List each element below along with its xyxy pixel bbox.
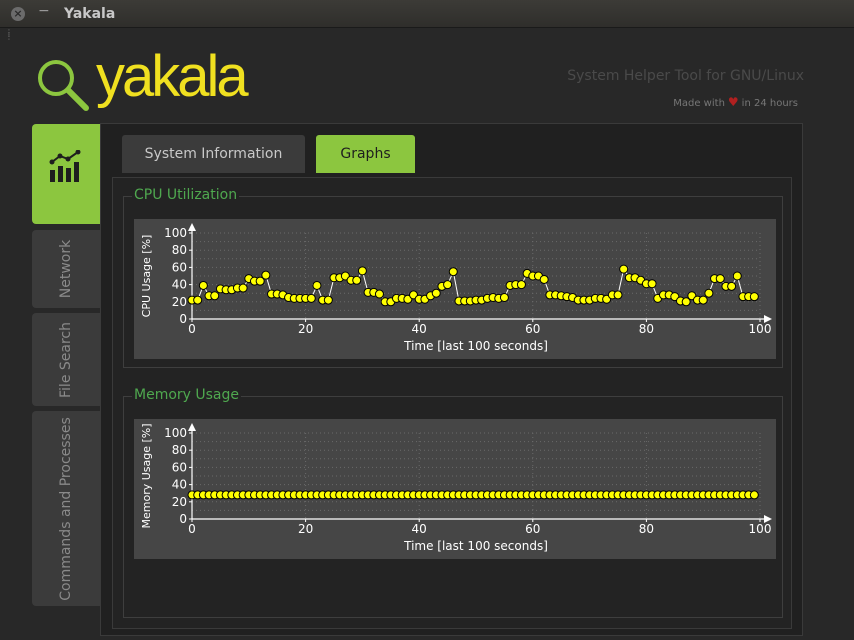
- data-point: [323, 295, 333, 305]
- title-bar: × − Yakala: [0, 0, 854, 28]
- data-point: [613, 290, 623, 300]
- sidebar-item-label: Commands and Processes: [58, 416, 74, 601]
- y-tick-label: 100: [164, 426, 187, 440]
- tab-graphs[interactable]: Graphs: [316, 135, 415, 173]
- data-point: [210, 291, 220, 301]
- x-tick-label: 80: [639, 522, 654, 536]
- y-tick-label: 60: [172, 260, 187, 274]
- graphs-tab-content: CPU Utilization 0 20 40 60 80 100 0 20 40 60 80 100…: [112, 177, 792, 629]
- app-area: ⋮ ⋮ yakala System Helper Tool for GNU/Lin…: [0, 28, 854, 640]
- x-tick-label: 60: [525, 322, 540, 336]
- data-point: [727, 281, 737, 291]
- y-tick-label: 80: [172, 443, 187, 457]
- data-point: [499, 293, 509, 302]
- x-tick-label: 40: [412, 322, 427, 336]
- data-point: [749, 292, 759, 302]
- heart-icon: ♥: [727, 95, 739, 109]
- x-tick-label: 80: [639, 322, 654, 336]
- y-tick-label: 80: [172, 243, 187, 257]
- data-point: [357, 266, 367, 276]
- main-panel: System Information Graphs CPU Utilizatio…: [100, 123, 803, 636]
- app-logo: yakala: [96, 44, 249, 109]
- close-icon[interactable]: ×: [11, 7, 25, 21]
- y-axis-arrow-icon: [188, 423, 196, 431]
- data-point: [619, 264, 629, 274]
- y-tick-label: 20: [172, 495, 187, 509]
- sidebar-item-label: Network: [58, 239, 74, 299]
- x-axis-label: Time [last 100 seconds]: [403, 339, 548, 353]
- made-with-suffix: in 24 hours: [741, 98, 798, 109]
- data-point: [647, 279, 657, 289]
- data-point: [715, 274, 725, 284]
- y-tick-label: 0: [179, 512, 187, 526]
- memory-chart: 0 20 40 60 80 100 0 20 40 60 80 100 Time [last 100 s…: [134, 419, 776, 559]
- made-with-prefix: Made with: [673, 98, 725, 109]
- y-axis-arrow-icon: [188, 223, 196, 231]
- y-axis-label: Memory Usage [%]: [140, 423, 153, 528]
- tab-system-information[interactable]: System Information: [122, 135, 305, 173]
- y-tick-label: 0: [179, 312, 187, 326]
- sidebar-item-label: File Search: [58, 321, 74, 398]
- x-tick-label: 100: [749, 522, 772, 536]
- sidebar-item-graphs[interactable]: [32, 124, 100, 224]
- x-tick-label: 40: [412, 522, 427, 536]
- x-tick-label: 0: [188, 522, 196, 536]
- data-point: [306, 293, 316, 303]
- x-tick-label: 20: [298, 522, 313, 536]
- graph-icon: [49, 150, 81, 182]
- y-tick-label: 20: [172, 295, 187, 309]
- data-point: [516, 280, 526, 290]
- window-title: Yakala: [64, 6, 116, 22]
- sidebar-item-network[interactable]: Network: [32, 230, 100, 308]
- data-point: [732, 271, 742, 281]
- data-point: [431, 288, 441, 298]
- sidebar-item-commands-processes[interactable]: Commands and Processes: [32, 411, 100, 606]
- y-axis-label: CPU Usage [%]: [140, 235, 153, 318]
- cpu-group: CPU Utilization 0 20 40 60 80 100 0 20 40 60 80 100…: [123, 187, 783, 368]
- magnifier-icon: [38, 60, 89, 111]
- y-tick-label: 40: [172, 478, 187, 492]
- y-tick-label: 40: [172, 278, 187, 292]
- grip-handle-icon[interactable]: ⋮ ⋮: [5, 29, 13, 41]
- x-axis-label: Time [last 100 seconds]: [403, 539, 548, 553]
- memory-group: Memory Usage 0 20 40 60 80 100 0 20 40 60 80 100 Tim…: [123, 387, 783, 618]
- data-point: [749, 490, 759, 500]
- data-point: [704, 288, 714, 298]
- data-point: [198, 280, 208, 290]
- data-point: [261, 270, 271, 280]
- data-point: [193, 295, 203, 305]
- data-point: [352, 275, 362, 285]
- x-tick-label: 20: [298, 322, 313, 336]
- data-point: [374, 289, 384, 299]
- data-point: [312, 280, 322, 290]
- data-point: [539, 274, 549, 284]
- x-tick-label: 60: [525, 522, 540, 536]
- cpu-chart: 0 20 40 60 80 100 0 20 40 60 80 100 Time [last 100 s…: [134, 219, 776, 359]
- minimize-icon[interactable]: −: [38, 3, 50, 19]
- x-tick-label: 100: [749, 322, 772, 336]
- tagline: System Helper Tool for GNU/Linux: [567, 68, 804, 84]
- x-tick-label: 0: [188, 322, 196, 336]
- y-tick-label: 100: [164, 226, 187, 240]
- data-point: [238, 283, 248, 293]
- data-point: [698, 295, 708, 305]
- y-tick-label: 60: [172, 460, 187, 474]
- data-point: [448, 267, 458, 277]
- sidebar-item-file-search[interactable]: File Search: [32, 313, 100, 406]
- cpu-group-title: CPU Utilization: [132, 187, 240, 203]
- made-with-note: Made with ♥ in 24 hours: [673, 95, 798, 109]
- memory-group-title: Memory Usage: [132, 387, 242, 403]
- data-point: [443, 280, 453, 290]
